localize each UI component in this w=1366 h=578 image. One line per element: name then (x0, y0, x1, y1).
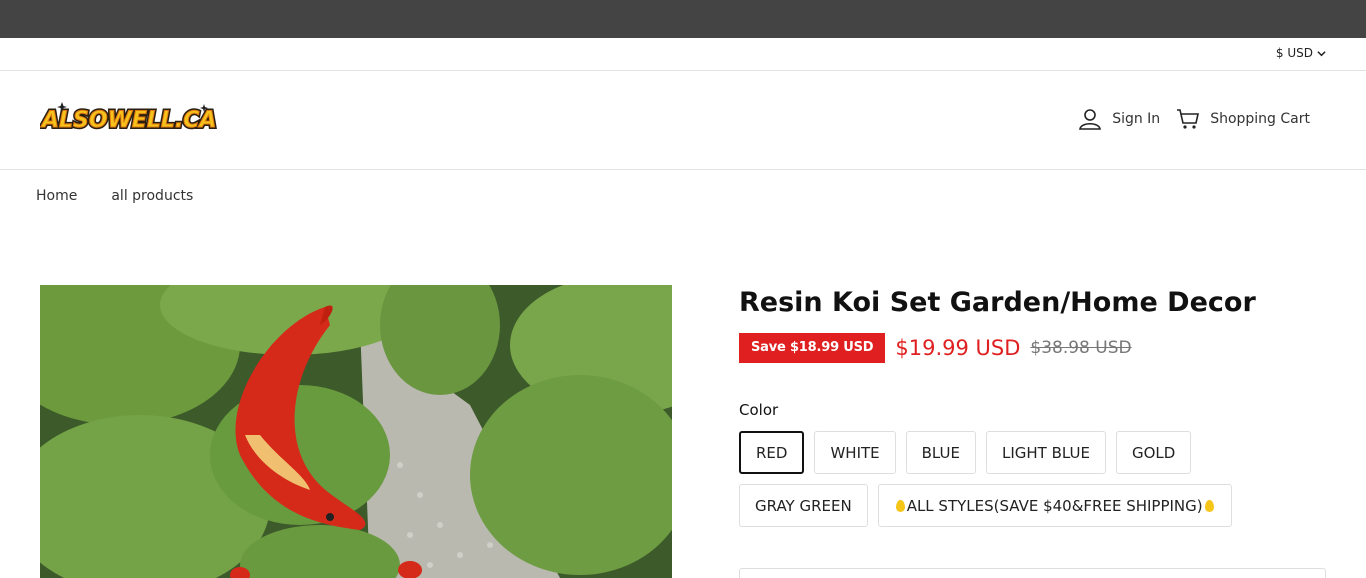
color-option-label: ALL STYLES(SAVE $40&FREE SHIPPING) (906, 496, 1203, 515)
color-option-red[interactable]: RED (739, 431, 805, 474)
breadcrumb: Home all products (36, 188, 193, 204)
save-badge: Save $18.99 USD (739, 333, 886, 363)
color-label: Color (739, 401, 779, 419)
currency-selector[interactable]: $ USD (1276, 46, 1326, 60)
color-option-gold[interactable]: GOLD (1115, 431, 1192, 474)
color-option-all-styles[interactable]: ALL STYLES(SAVE $40&FREE SHIPPING) (877, 484, 1232, 527)
chevron-down-icon (1317, 50, 1326, 56)
breadcrumb-all-products[interactable]: all products (111, 188, 193, 204)
site-header: ALSOWELL.CA ALSOWELL.CA Sign In Shopping… (0, 71, 1366, 170)
color-option-label: BLUE (921, 443, 960, 462)
svg-text:ALSOWELL.CA: ALSOWELL.CA (40, 108, 216, 133)
currency-label: $ USD (1275, 46, 1313, 60)
color-option-label: LIGHT BLUE (1002, 443, 1090, 462)
color-option-label: GOLD (1131, 443, 1176, 462)
store-logo[interactable]: ALSOWELL.CA ALSOWELL.CA (40, 100, 240, 134)
color-option-light-blue[interactable]: LIGHT BLUE (986, 431, 1106, 474)
color-option-label: WHITE (830, 443, 880, 462)
drop-icon (895, 499, 905, 512)
product-info: Resin Koi Set Garden/Home Decor Save $18… (739, 285, 1339, 527)
shopping-cart-label: Shopping Cart (1210, 111, 1310, 127)
user-icon (1079, 109, 1102, 130)
sale-price: $19.99 USD (895, 336, 1021, 360)
color-option-blue[interactable]: BLUE (905, 431, 976, 474)
color-option-label: RED (756, 443, 788, 462)
breadcrumb-home[interactable]: Home (36, 188, 77, 204)
color-option-gray-green[interactable]: GRAY GREEN (739, 484, 868, 527)
product-title: Resin Koi Set Garden/Home Decor (739, 287, 1256, 318)
drop-icon (1204, 499, 1214, 512)
price-row: Save $18.99 USD $19.99 USD $38.98 USD (739, 333, 1339, 363)
color-option-label: GRAY GREEN (755, 496, 852, 515)
compare-price: $38.98 USD (1030, 338, 1132, 358)
color-options: RED WHITE BLUE LIGHT BLUE GOLD GRAY GREE… (739, 431, 1329, 527)
sign-in-link[interactable]: Sign In (1078, 108, 1160, 130)
top-bar: $ USD (0, 38, 1366, 71)
product-image[interactable] (40, 285, 672, 578)
shopping-cart-link[interactable]: Shopping Cart (1176, 108, 1310, 130)
quantity-box[interactable] (739, 568, 1326, 578)
color-option-white[interactable]: WHITE (814, 431, 896, 474)
sign-in-label: Sign In (1112, 111, 1161, 127)
header-actions: Sign In Shopping Cart (1078, 108, 1310, 130)
cart-icon (1177, 109, 1200, 129)
announcement-bar (0, 0, 1366, 38)
